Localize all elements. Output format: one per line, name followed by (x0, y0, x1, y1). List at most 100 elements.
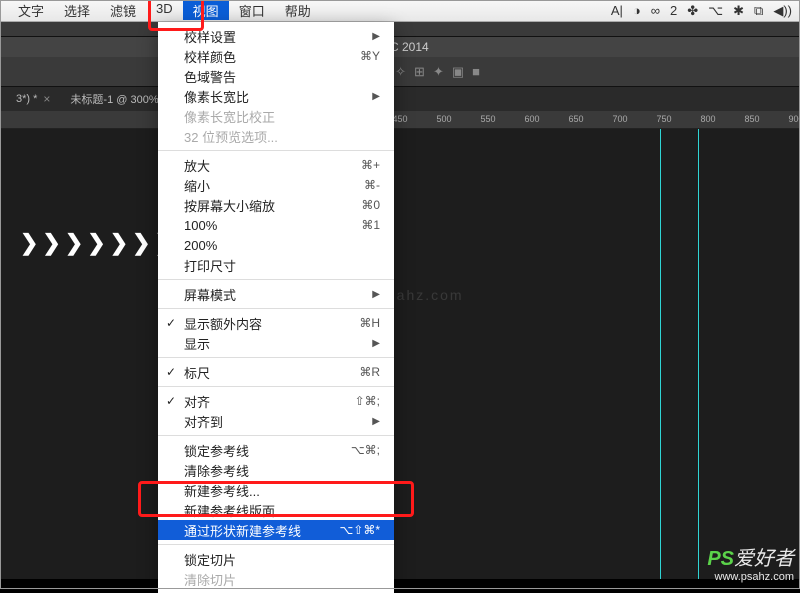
menu-gamut-warning[interactable]: 色域警告 (158, 66, 394, 86)
watermark-logo: PS爱好者 www.psahz.com (707, 542, 794, 583)
menu-label: 像素长宽比校正 (184, 107, 380, 126)
ruler[interactable]: 450500550600650700750800850900 (0, 111, 800, 129)
menu-lock-slices[interactable]: 锁定切片 (158, 549, 394, 569)
shortcut: ⇧⌘; (355, 394, 380, 408)
menu-new-guide[interactable]: 新建参考线... (158, 480, 394, 500)
menu-label: 清除切片 (184, 570, 380, 589)
menu-new-guide-layout[interactable]: 新建参考线版面... (158, 500, 394, 520)
checkmark-icon: ✓ (166, 365, 176, 379)
menu-100-percent[interactable]: 100%⌘1 (158, 215, 394, 235)
guide-line[interactable] (660, 129, 661, 579)
person-icon[interactable]: ◑ (633, 3, 641, 18)
menu-proof-setup[interactable]: 校样设置▶ (158, 26, 394, 46)
menu-pixel-aspect[interactable]: 像素长宽比▶ (158, 86, 394, 106)
menu-select[interactable]: 选择 (54, 1, 100, 20)
tab-label: 3*) * (16, 93, 37, 105)
submenu-arrow-icon: ▶ (372, 338, 380, 349)
shortcut: ⌘R (359, 365, 380, 379)
menu-label: 对齐到 (184, 412, 372, 431)
menu-view[interactable]: 视图 (183, 1, 229, 20)
menu-zoom-in[interactable]: 放大⌘+ (158, 155, 394, 175)
app-bar (0, 22, 800, 37)
submenu-arrow-icon: ▶ (372, 91, 380, 102)
ruler-tick: 900 (788, 114, 800, 124)
ruler-tick: 750 (656, 114, 671, 124)
menu-separator (158, 279, 394, 280)
submenu-arrow-icon: ▶ (372, 416, 380, 427)
menu-new-guide-from-shape[interactable]: 通过形状新建参考线⌥⇧⌘* (158, 520, 394, 540)
arrows-decoration: ❯❯❯❯❯❯❯ (20, 230, 177, 256)
menu-zoom-out[interactable]: 缩小⌘- (158, 175, 394, 195)
submenu-arrow-icon: ▶ (372, 31, 380, 42)
canvas[interactable] (0, 129, 800, 579)
menu-label: 标尺 (184, 363, 359, 382)
menu-extras[interactable]: ✓显示额外内容⌘H (158, 313, 394, 333)
menu-label: 校样设置 (184, 27, 372, 46)
cc-icon[interactable]: ∞ (651, 3, 660, 18)
guide-line[interactable] (698, 129, 699, 579)
menu-filter[interactable]: 滤镜 (100, 1, 146, 20)
menu-show[interactable]: 显示▶ (158, 333, 394, 353)
clover-icon[interactable]: ✤ (687, 3, 698, 19)
menu-clear-guides[interactable]: 清除参考线 (158, 460, 394, 480)
tool-icon[interactable]: ⊞ (414, 64, 425, 80)
bluetooth-icon[interactable]: ✱ (733, 3, 744, 19)
menu-clear-slices: 清除切片 (158, 569, 394, 589)
ruler-tick: 500 (436, 114, 451, 124)
menu-label: 新建参考线... (184, 481, 380, 500)
ruler-tick: 800 (700, 114, 715, 124)
menu-label: 100% (184, 218, 361, 233)
window-title: o CC 2014 (0, 37, 800, 57)
menu-screen-mode[interactable]: 屏幕模式▶ (158, 284, 394, 304)
tool-icon[interactable]: ✧ (395, 64, 406, 80)
shortcut: ⌘H (359, 316, 380, 330)
menu-help[interactable]: 帮助 (275, 1, 321, 20)
shortcut: ⌘+ (361, 158, 380, 172)
menu-separator (158, 150, 394, 151)
adobe-icon[interactable]: A| (611, 3, 623, 18)
ruler-tick: 850 (744, 114, 759, 124)
tool-bar: ⊕ ✧ ⊞ ✦ ▣ ■ (0, 57, 800, 87)
menu-separator (158, 544, 394, 545)
shortcut: ⌘- (364, 178, 380, 192)
menu-snap[interactable]: ✓ 对齐⇧⌘; (158, 391, 394, 411)
menu-32bit-preview: 32 位预览选项... (158, 126, 394, 146)
menu-text[interactable]: 文字 (8, 1, 54, 20)
ruler-tick: 700 (612, 114, 627, 124)
tool-icon[interactable]: ✦ (433, 64, 444, 80)
menu-label: 锁定参考线 (184, 441, 351, 460)
wifi-icon[interactable]: ⧉ (754, 3, 763, 19)
menu-label: 锁定切片 (184, 550, 380, 569)
cc-badge: 2 (670, 3, 677, 18)
volume-icon[interactable]: ◀)) (773, 3, 792, 19)
menu-label: 色域警告 (184, 67, 380, 86)
menu-print-size[interactable]: 打印尺寸 (158, 255, 394, 275)
shortcut: ⌥⌘; (351, 443, 380, 457)
checkmark-icon: ✓ (166, 394, 176, 408)
view-menu-dropdown: 校样设置▶ 校样颜色⌘Y 色域警告 像素长宽比▶ 像素长宽比校正 32 位预览选… (158, 22, 394, 593)
menu-label: 放大 (184, 156, 361, 175)
tool-icon[interactable]: ■ (472, 64, 480, 80)
menu-label: 新建参考线版面... (184, 501, 380, 520)
menu-label: 对齐 (184, 392, 355, 411)
tool-icon[interactable]: ▣ (452, 64, 464, 80)
switch-icon[interactable]: ⌥ (708, 3, 723, 19)
close-icon[interactable]: × (43, 92, 50, 106)
checkmark-icon: ✓ (166, 316, 176, 330)
menu-rulers[interactable]: ✓ 标尺⌘R (158, 362, 394, 382)
menu-fit-screen[interactable]: 按屏幕大小缩放⌘0 (158, 195, 394, 215)
menu-label: 打印尺寸 (184, 256, 380, 275)
tab-label: 未标题-1 @ 300% (70, 91, 158, 107)
menu-proof-colors[interactable]: 校样颜色⌘Y (158, 46, 394, 66)
menu-separator (158, 357, 394, 358)
menu-200-percent[interactable]: 200% (158, 235, 394, 255)
ruler-tick: 550 (480, 114, 495, 124)
menubar-left: 文字 选择 滤镜 3D 视图 窗口 帮助 (8, 1, 321, 20)
menu-window[interactable]: 窗口 (229, 1, 275, 20)
menu-label: 屏幕模式 (184, 285, 372, 304)
shortcut: ⌥⇧⌘* (339, 523, 380, 537)
menu-lock-guides[interactable]: 锁定参考线⌥⌘; (158, 440, 394, 460)
menu-snap-to[interactable]: 对齐到▶ (158, 411, 394, 431)
document-tab[interactable]: 3*) * × (6, 92, 60, 106)
menu-3d[interactable]: 3D (146, 1, 183, 20)
